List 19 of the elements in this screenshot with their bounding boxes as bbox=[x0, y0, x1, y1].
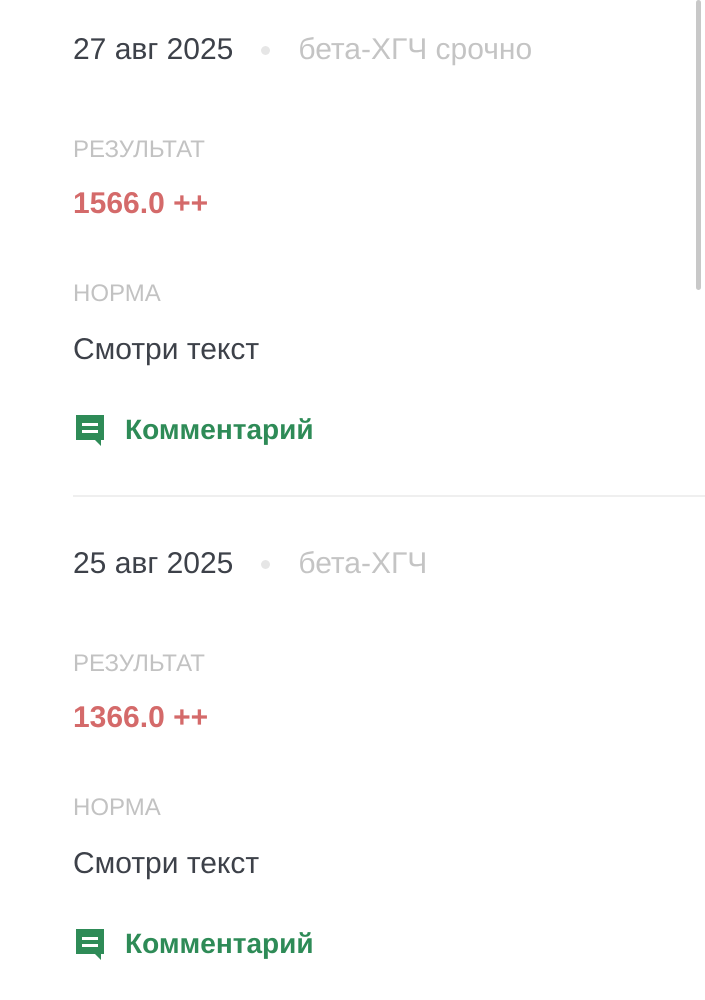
entry-date: 27 авг 2025 bbox=[73, 33, 234, 67]
comment-icon bbox=[73, 413, 107, 447]
comment-icon bbox=[73, 927, 107, 961]
test-name: бета-ХГЧ bbox=[298, 547, 428, 581]
test-name: бета-ХГЧ срочно bbox=[298, 33, 532, 67]
norm-value: Смотри текст bbox=[73, 846, 260, 882]
field-label: НОРМА bbox=[73, 279, 162, 309]
scrollbar[interactable] bbox=[696, 0, 701, 290]
separator-dot bbox=[261, 560, 270, 568]
field-label: РЕЗУЛЬТАТ bbox=[73, 135, 206, 165]
result-value: 1366.0 ++ bbox=[73, 700, 210, 736]
field-label: РЕЗУЛЬТАТ bbox=[73, 649, 206, 679]
result-value: 1566.0 ++ bbox=[73, 186, 210, 222]
entry-date: 25 авг 2025 bbox=[73, 547, 234, 581]
field-label: НОРМА bbox=[73, 793, 162, 823]
norm-value: Смотри текст bbox=[73, 332, 260, 368]
comment-button[interactable]: Комментарий bbox=[73, 410, 314, 450]
comment-button[interactable]: Комментарий bbox=[73, 924, 314, 964]
separator-dot bbox=[261, 46, 270, 54]
